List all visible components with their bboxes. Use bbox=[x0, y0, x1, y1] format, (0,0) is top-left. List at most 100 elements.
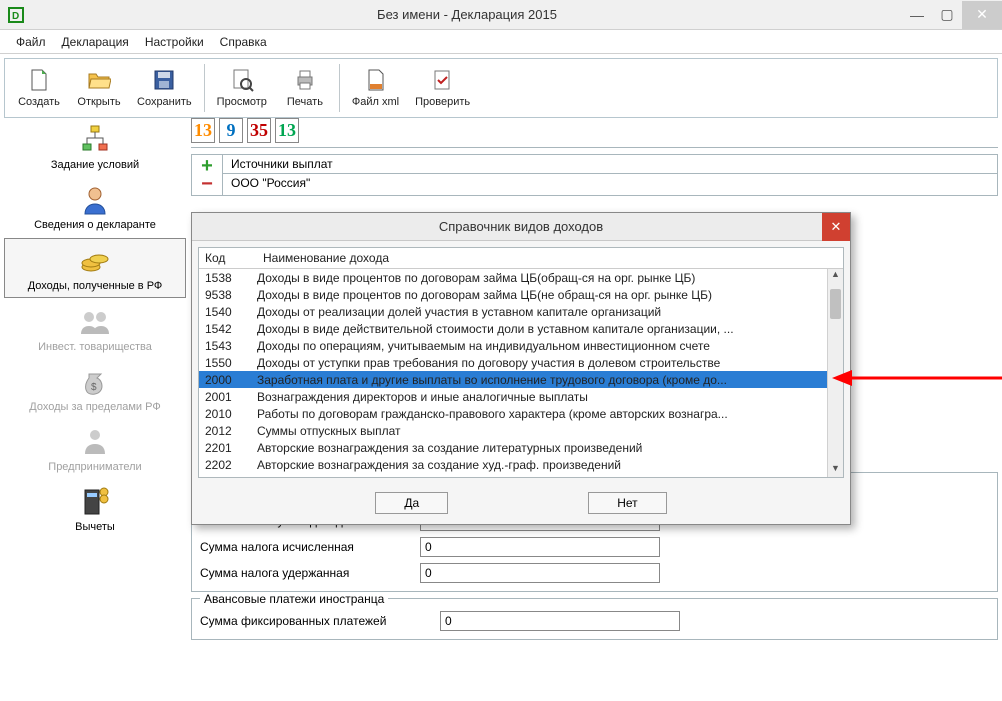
sidebar-label: Инвест. товарищества bbox=[38, 341, 152, 354]
xml-label: Файл xml bbox=[352, 96, 399, 108]
group-icon bbox=[79, 306, 111, 338]
window-controls: — ▢ ✕ bbox=[902, 1, 1002, 29]
income-code: 2012 bbox=[199, 424, 257, 438]
income-name: Суммы отпускных выплат bbox=[257, 424, 843, 438]
sidebar-item-invest[interactable]: Инвест. товарищества bbox=[4, 300, 186, 358]
income-name: Работы по договорам гражданско-правового… bbox=[257, 407, 843, 421]
dialog-titlebar[interactable]: Справочник видов доходов ✕ bbox=[192, 213, 850, 241]
sidebar-item-entrepreneur[interactable]: Предприниматели bbox=[4, 420, 186, 478]
sources-header: Источники выплат bbox=[223, 155, 997, 174]
tax-calculated-field[interactable] bbox=[420, 537, 660, 557]
col-code-header: Код bbox=[199, 251, 257, 265]
menu-settings[interactable]: Настройки bbox=[137, 32, 212, 52]
menubar: Файл Декларация Настройки Справка bbox=[0, 30, 1002, 54]
tax-withheld-label: Сумма налога удержанная bbox=[200, 566, 420, 580]
tree-icon bbox=[79, 124, 111, 156]
person-icon bbox=[79, 184, 111, 216]
income-type-row[interactable]: 1540Доходы от реализации долей участия в… bbox=[199, 303, 843, 320]
tax-withheld-field[interactable] bbox=[420, 563, 660, 583]
rate-13b-tab[interactable]: 13 bbox=[275, 118, 299, 143]
rate-9-tab[interactable]: 9 bbox=[219, 118, 243, 143]
sidebar-item-conditions[interactable]: Задание условий bbox=[4, 118, 186, 176]
sources-list[interactable]: Источники выплат ООО "Россия" bbox=[222, 155, 997, 195]
xml-button[interactable]: Файл xml bbox=[344, 66, 407, 110]
sidebar-item-income-foreign[interactable]: $ Доходы за пределами РФ bbox=[4, 360, 186, 418]
fixed-payments-field[interactable] bbox=[440, 611, 680, 631]
dialog-yes-button[interactable]: Да bbox=[375, 492, 448, 514]
income-code: 1538 bbox=[199, 271, 257, 285]
calculator-icon bbox=[79, 486, 111, 518]
sources-buttons: + − bbox=[192, 155, 222, 195]
save-button[interactable]: Сохранить bbox=[129, 66, 200, 110]
income-type-row[interactable]: 1542Доходы в виде действительной стоимос… bbox=[199, 320, 843, 337]
fixed-payments-label: Сумма фиксированных платежей bbox=[200, 614, 440, 628]
source-row[interactable]: ООО "Россия" bbox=[223, 174, 997, 192]
income-type-row[interactable]: 9538Доходы в виде процентов по договорам… bbox=[199, 286, 843, 303]
income-name: Заработная плата и другие выплаты во исп… bbox=[257, 373, 843, 387]
toolbar-separator bbox=[204, 64, 205, 112]
income-name: Доходы от реализации долей участия в уст… bbox=[257, 305, 843, 319]
titlebar: D Без имени - Декларация 2015 — ▢ ✕ bbox=[0, 0, 1002, 30]
income-name: Доходы в виде действительной стоимости д… bbox=[257, 322, 843, 336]
file-new-icon bbox=[27, 68, 51, 92]
income-name: Вознаграждения директоров и иные аналоги… bbox=[257, 390, 843, 404]
open-label: Открыть bbox=[77, 96, 120, 108]
create-button[interactable]: Создать bbox=[9, 66, 69, 110]
sidebar-item-declarant[interactable]: Сведения о декларанте bbox=[4, 178, 186, 236]
rate-35-tab[interactable]: 35 bbox=[247, 118, 271, 143]
income-type-row[interactable]: 2010Работы по договорам гражданско-право… bbox=[199, 405, 843, 422]
income-type-row[interactable]: 2202Авторские вознаграждения за создание… bbox=[199, 456, 843, 473]
minimize-button[interactable]: — bbox=[902, 1, 932, 29]
income-code: 9538 bbox=[199, 288, 257, 302]
income-name: Доходы в виде процентов по договорам зай… bbox=[257, 288, 843, 302]
preview-label: Просмотр bbox=[217, 96, 267, 108]
create-label: Создать bbox=[18, 96, 60, 108]
menu-declaration[interactable]: Декларация bbox=[54, 32, 137, 52]
dialog-rows[interactable]: 1538Доходы в виде процентов по договорам… bbox=[199, 269, 843, 477]
sidebar: Задание условий Сведения о декларанте До… bbox=[4, 118, 186, 697]
dialog-close-button[interactable]: ✕ bbox=[822, 213, 850, 241]
close-button[interactable]: ✕ bbox=[962, 1, 1002, 29]
toolbar: Создать Открыть Сохранить Просмотр Печат… bbox=[4, 58, 998, 118]
dialog-buttons: Да Нет bbox=[192, 484, 850, 524]
scroll-down-icon[interactable]: ▼ bbox=[828, 463, 843, 477]
income-name: Доходы по операциям, учитываемым на инди… bbox=[257, 339, 843, 353]
income-type-row[interactable]: 1543Доходы по операциям, учитываемым на … bbox=[199, 337, 843, 354]
menu-file[interactable]: Файл bbox=[8, 32, 54, 52]
income-type-row[interactable]: 1550Доходы от уступки прав требования по… bbox=[199, 354, 843, 371]
income-type-row[interactable]: 2001Вознаграждения директоров и иные ана… bbox=[199, 388, 843, 405]
menu-help[interactable]: Справка bbox=[212, 32, 275, 52]
tax-calculated-label: Сумма налога исчисленная bbox=[200, 540, 420, 554]
folder-open-icon bbox=[87, 68, 111, 92]
income-type-row[interactable]: 2012Суммы отпускных выплат bbox=[199, 422, 843, 439]
sidebar-label: Задание условий bbox=[51, 159, 139, 172]
sidebar-label: Сведения о декларанте bbox=[34, 219, 156, 232]
rate-13-tab[interactable]: 13 bbox=[191, 118, 215, 143]
printer-icon bbox=[293, 68, 317, 92]
svg-text:D: D bbox=[12, 11, 19, 22]
income-type-row[interactable]: 2201Авторские вознаграждения за создание… bbox=[199, 439, 843, 456]
dialog-no-button[interactable]: Нет bbox=[588, 492, 666, 514]
income-name: Доходы в виде процентов по договорам зай… bbox=[257, 271, 843, 285]
maximize-button[interactable]: ▢ bbox=[932, 1, 962, 29]
sidebar-item-income-rf[interactable]: Доходы, полученные в РФ bbox=[4, 238, 186, 298]
col-name-header: Наименование дохода bbox=[257, 251, 843, 265]
svg-text:$: $ bbox=[91, 382, 97, 393]
check-button[interactable]: Проверить bbox=[407, 66, 478, 110]
income-type-row[interactable]: 2000Заработная плата и другие выплаты во… bbox=[199, 371, 843, 388]
remove-source-button[interactable]: − bbox=[201, 175, 213, 193]
open-button[interactable]: Открыть bbox=[69, 66, 129, 110]
scroll-thumb[interactable] bbox=[830, 289, 841, 319]
income-name: Авторские вознаграждения за создание худ… bbox=[257, 458, 843, 472]
income-code: 2000 bbox=[199, 373, 257, 387]
preview-button[interactable]: Просмотр bbox=[209, 66, 275, 110]
annotation-arrow-icon bbox=[832, 368, 1002, 388]
print-button[interactable]: Печать bbox=[275, 66, 335, 110]
income-type-row[interactable]: 1538Доходы в виде процентов по договорам… bbox=[199, 269, 843, 286]
advance-fieldset: Авансовые платежи иностранца Сумма фикси… bbox=[191, 598, 998, 640]
income-code: 2201 bbox=[199, 441, 257, 455]
income-code: 1543 bbox=[199, 339, 257, 353]
scroll-up-icon[interactable]: ▲ bbox=[828, 269, 843, 283]
briefcase-person-icon bbox=[79, 426, 111, 458]
sidebar-item-deductions[interactable]: Вычеты bbox=[4, 480, 186, 538]
